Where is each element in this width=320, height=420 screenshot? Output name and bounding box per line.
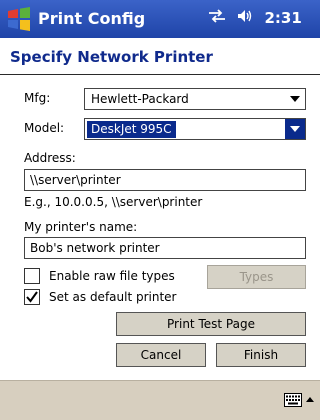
address-hint: E.g., 10.0.0.5, \\server\printer — [24, 195, 203, 209]
chevron-down-icon — [290, 96, 300, 102]
windows-start-icon[interactable] — [6, 6, 32, 32]
print-test-page-button[interactable]: Print Test Page — [116, 312, 306, 336]
printer-name-label: My printer's name: — [24, 220, 138, 234]
connectivity-icon[interactable] — [208, 9, 226, 27]
cancel-button[interactable]: Cancel — [116, 343, 206, 367]
volume-icon[interactable] — [237, 9, 253, 27]
types-button[interactable]: Types — [207, 265, 306, 289]
page-title: Specify Network Printer — [10, 48, 213, 66]
default-printer-label[interactable]: Set as default printer — [49, 290, 177, 304]
printer-name-input[interactable]: Bob's network printer — [24, 237, 306, 259]
content-area: Specify Network Printer Mfg: Hewlett-Pac… — [0, 38, 320, 380]
raw-file-types-checkbox[interactable] — [24, 268, 40, 284]
chevron-down-icon — [290, 126, 300, 132]
checkmark-icon — [26, 291, 38, 303]
keyboard-icon[interactable] — [284, 393, 302, 407]
title-bar: Print Config 2:31 — [0, 0, 320, 38]
mfg-select[interactable]: Hewlett-Packard — [84, 88, 306, 110]
raw-file-types-label[interactable]: Enable raw file types — [49, 269, 175, 283]
menu-bar — [0, 380, 320, 420]
address-label: Address: — [24, 151, 76, 165]
model-label: Model: — [24, 121, 65, 135]
default-printer-checkbox[interactable] — [24, 289, 40, 305]
status-area: 2:31 — [208, 9, 302, 27]
title-divider — [0, 74, 320, 75]
clock[interactable]: 2:31 — [264, 9, 301, 27]
address-input[interactable]: \\server\printer — [24, 169, 306, 191]
app-title: Print Config — [38, 9, 146, 28]
model-select[interactable]: DeskJet 995C — [84, 118, 306, 140]
input-panel-arrow-icon[interactable] — [306, 397, 314, 402]
finish-button[interactable]: Finish — [216, 343, 306, 367]
mfg-value: Hewlett-Packard — [91, 92, 189, 106]
model-value: DeskJet 995C — [87, 121, 176, 138]
mfg-label: Mfg: — [24, 91, 51, 105]
